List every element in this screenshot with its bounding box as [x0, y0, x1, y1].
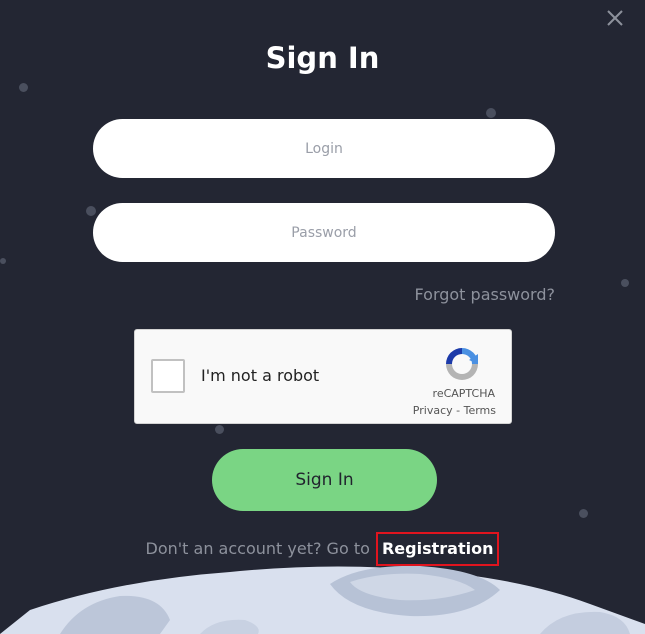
star-decoration	[0, 258, 6, 264]
star-decoration	[621, 279, 629, 287]
forgot-password-link[interactable]: Forgot password?	[415, 284, 555, 306]
star-decoration	[86, 206, 96, 216]
registration-prompt: Don't an account yet? Go to Registration	[0, 532, 645, 566]
recaptcha-label: I'm not a robot	[201, 366, 320, 385]
recaptcha-brand: reCAPTCHA	[432, 387, 495, 400]
recaptcha-terms-link[interactable]: Terms	[464, 404, 496, 417]
star-decoration	[19, 83, 28, 92]
login-input[interactable]	[93, 119, 555, 178]
star-decoration	[215, 425, 224, 434]
star-decoration	[486, 108, 496, 118]
close-icon	[607, 10, 623, 26]
star-decoration	[579, 509, 588, 518]
registration-prompt-text: Don't an account yet? Go to	[145, 539, 370, 558]
recaptcha-widget: I'm not a robot reCAPTCHA Privacy - Term…	[134, 329, 512, 424]
close-button[interactable]	[603, 6, 627, 30]
recaptcha-links: Privacy - Terms	[413, 404, 496, 418]
password-input[interactable]	[93, 203, 555, 262]
recaptcha-checkbox[interactable]	[151, 359, 185, 393]
page-title: Sign In	[265, 41, 380, 75]
registration-link[interactable]: Registration	[375, 532, 500, 566]
recaptcha-link-separator: -	[452, 404, 464, 417]
sign-in-button[interactable]: Sign In	[212, 449, 437, 511]
recaptcha-icon	[446, 348, 478, 380]
sign-in-modal: Sign In Forgot password? I'm not a robot…	[0, 0, 645, 634]
recaptcha-privacy-link[interactable]: Privacy	[413, 404, 453, 417]
